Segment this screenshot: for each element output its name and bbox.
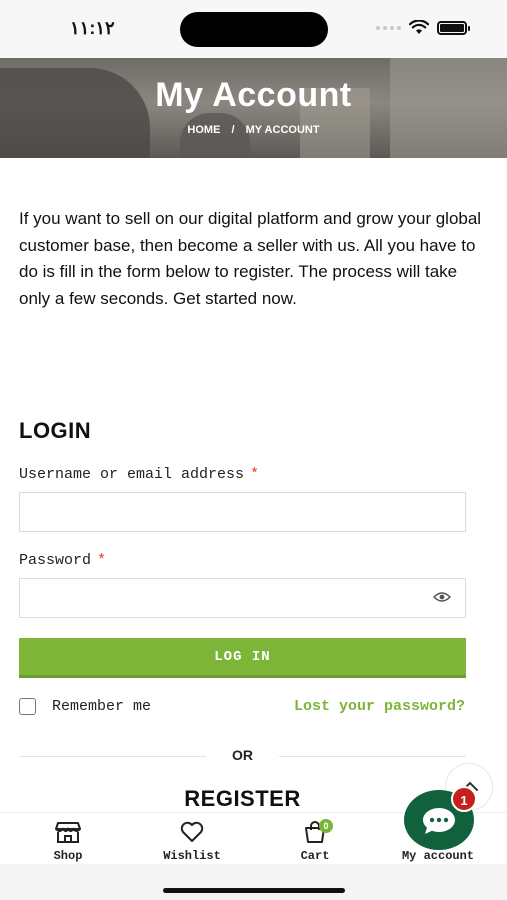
- breadcrumb-home-link[interactable]: HOME: [187, 124, 220, 136]
- breadcrumb-separator: /: [231, 124, 235, 136]
- remember-label: Remember me: [52, 698, 152, 715]
- status-time: ١١:١٢: [70, 18, 115, 38]
- page-title: My Account: [155, 76, 352, 114]
- nav-label-shop: Shop: [53, 849, 83, 863]
- nav-label-my-account: My account: [401, 849, 474, 863]
- home-indicator-area: [0, 864, 507, 900]
- or-divider: OR: [19, 747, 466, 765]
- hero-banner: My Account HOME / MY ACCOUNT: [0, 58, 507, 158]
- battery-icon: [437, 20, 470, 35]
- home-indicator[interactable]: [163, 888, 345, 893]
- eye-icon[interactable]: [433, 591, 451, 603]
- status-bar: ١١:١٢: [0, 0, 507, 58]
- username-label: Username or email address *: [19, 466, 259, 483]
- status-icons: [376, 20, 470, 35]
- password-label: Password *: [19, 552, 106, 569]
- intro-text: If you want to sell on our digital platf…: [19, 209, 482, 308]
- login-heading: LOGIN: [19, 418, 92, 443]
- heart-icon: [180, 821, 204, 842]
- password-label-text: Password: [19, 552, 92, 569]
- nav-label-wishlist: Wishlist: [163, 849, 221, 863]
- breadcrumb-current: MY ACCOUNT: [245, 124, 320, 136]
- username-label-text: Username or email address: [19, 466, 245, 483]
- remember-checkbox[interactable]: [19, 698, 36, 715]
- store-icon: [55, 822, 81, 843]
- required-mark: *: [250, 466, 260, 483]
- breadcrumb: HOME / MY ACCOUNT: [0, 124, 507, 136]
- chat-notification-badge: 1: [451, 786, 477, 812]
- required-mark: *: [97, 552, 107, 569]
- password-input[interactable]: [19, 578, 466, 618]
- nav-item-shop[interactable]: Shop: [23, 821, 113, 863]
- username-input[interactable]: [19, 492, 466, 532]
- wifi-icon: [409, 20, 429, 34]
- chat-bubble-icon: [421, 806, 457, 841]
- lost-password-link[interactable]: Lost your password?: [294, 698, 465, 715]
- signal-icon: [376, 25, 401, 30]
- divider-line: [279, 756, 466, 757]
- nav-item-wishlist[interactable]: Wishlist: [147, 821, 237, 863]
- dynamic-island: [180, 12, 328, 47]
- nav-item-cart[interactable]: 0 Cart: [270, 819, 360, 863]
- or-text: OR: [232, 747, 253, 763]
- nav-label-cart: Cart: [300, 849, 330, 863]
- cart-count-badge: 0: [319, 819, 333, 833]
- login-button[interactable]: LOG IN: [19, 638, 466, 678]
- remember-me[interactable]: Remember me: [19, 698, 151, 715]
